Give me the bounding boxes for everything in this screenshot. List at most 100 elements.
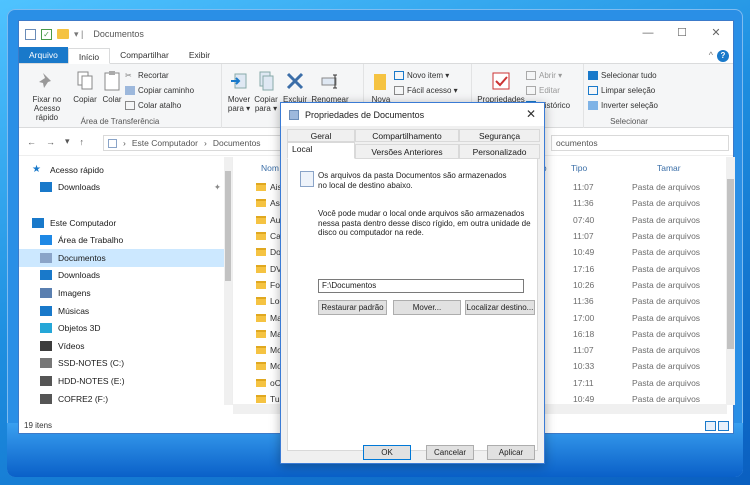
move-button[interactable]: Mover... <box>393 300 461 315</box>
dialog-close-icon[interactable]: ✕ <box>526 107 536 121</box>
forward-arrow-icon[interactable]: → <box>46 137 55 147</box>
new-item-button[interactable]: Novo item ▾ <box>394 68 458 82</box>
checkmark-icon[interactable]: ✓ <box>41 28 52 40</box>
file-modified: 17:16 <box>573 263 595 274</box>
computer-icon <box>32 217 44 228</box>
edit-label: Editar <box>539 85 560 95</box>
tiles-view-icon[interactable] <box>718 421 729 431</box>
nav-item[interactable]: HDD-NOTES (E:) <box>19 372 225 390</box>
new-item-label: Novo item ▾ <box>407 70 450 80</box>
restore-default-button[interactable]: Restaurar padrão <box>318 300 387 315</box>
nav-item[interactable]: Downloads <box>19 267 225 285</box>
breadcrumb-folder[interactable]: Documentos <box>213 138 261 148</box>
open-button[interactable]: Abrir ▾ <box>526 68 570 82</box>
up-arrow-icon[interactable]: ↑ <box>80 137 85 147</box>
tab-view[interactable]: Exibir <box>179 47 220 63</box>
file-modified: 10:49 <box>573 247 595 258</box>
folder-icon <box>256 362 266 371</box>
file-modified: 11:36 <box>573 296 594 307</box>
nav-item[interactable]: Objetos 3D <box>19 319 225 337</box>
rename-icon <box>321 74 337 89</box>
folder-icon <box>256 346 266 355</box>
file-type: Pasta de arquivos <box>632 394 701 404</box>
nav-item[interactable]: Downloads ✦ <box>19 179 225 197</box>
nav-item-label: COFRE2 (F:) <box>58 393 109 404</box>
folder-icon <box>256 297 266 306</box>
tab-sharing[interactable]: Compartilhamento <box>355 129 459 142</box>
nav-scrollbar[interactable] <box>224 157 232 405</box>
nav-item[interactable]: SSD-NOTES (C:) <box>19 355 225 373</box>
tab-home[interactable]: Início <box>67 48 111 64</box>
select-none-label: Limpar seleção <box>601 85 656 95</box>
breadcrumb-root[interactable]: Este Computador <box>132 138 198 148</box>
folder-icon <box>256 183 266 192</box>
copy-path-button[interactable]: Copiar caminho <box>125 83 194 97</box>
column-type[interactable]: Tipo <box>571 163 657 173</box>
folder-icon <box>256 215 266 224</box>
nav-item-label: Downloads <box>58 182 101 193</box>
file-scrollbar-thumb[interactable] <box>727 179 734 349</box>
tab-share[interactable]: Compartilhar <box>110 47 179 63</box>
file-scrollbar[interactable] <box>726 157 735 405</box>
ok-button[interactable]: OK <box>363 445 411 460</box>
properties-icon[interactable] <box>25 28 36 40</box>
nav-item[interactable]: Documentos <box>19 248 225 267</box>
close-button[interactable]: ✕ <box>699 21 733 45</box>
folder-icon <box>256 199 266 208</box>
select-none-button[interactable]: Limpar seleção <box>588 83 658 97</box>
nav-item-label: Imagens <box>58 287 91 298</box>
cancel-button[interactable]: Cancelar <box>426 445 474 460</box>
find-target-button[interactable]: Localizar destino... <box>465 300 535 315</box>
details-view-icon[interactable] <box>705 421 716 431</box>
nav-item-label: Vídeos <box>58 340 85 351</box>
nav-item[interactable]: ★ Acesso rápido <box>19 161 225 179</box>
file-modified: 11:07 <box>573 345 594 356</box>
nav-item[interactable]: Imagens <box>19 284 225 302</box>
drive-icon <box>40 375 52 386</box>
tab-customize[interactable]: Personalizado <box>459 144 540 159</box>
properties-dialog: Propriedades de Documentos ✕ Geral Compa… <box>280 102 545 464</box>
new-folder-icon[interactable] <box>57 29 69 39</box>
back-arrow-icon[interactable]: ← <box>27 137 36 147</box>
invert-selection-button[interactable]: Inverter seleção <box>588 98 658 112</box>
nav-item[interactable]: Músicas <box>19 302 225 320</box>
column-size[interactable]: Tamar <box>657 163 681 173</box>
maximize-button[interactable]: ☐ <box>665 21 699 45</box>
file-modified: 11:07 <box>573 182 594 193</box>
nav-item[interactable]: Área de Trabalho <box>19 231 225 249</box>
edit-button[interactable]: Editar <box>526 83 570 97</box>
nav-item[interactable]: COFRE2 (F:) <box>19 390 225 408</box>
nav-scrollbar-thumb[interactable] <box>225 171 231 281</box>
quick-access-toolbar: ✓ ▾ | <box>25 28 83 40</box>
film-icon <box>40 340 52 351</box>
nav-item[interactable]: Vídeos <box>19 337 225 355</box>
nav-item-label: Este Computador <box>50 217 117 228</box>
search-input[interactable]: ocumentos <box>551 135 729 151</box>
nav-item[interactable] <box>19 196 225 214</box>
cut-button[interactable]: ✂ Recortar <box>125 68 194 82</box>
tab-location[interactable]: Local <box>287 142 355 159</box>
customize-arrow-icon[interactable]: ▾ | <box>74 29 83 40</box>
tab-previous-versions[interactable]: Versões Anteriores <box>355 144 459 159</box>
clipboard-group: Fixar no Acesso rápido Copiar Colar ✂ Rec… <box>19 64 222 128</box>
address-bar[interactable]: › Este Computador › Documentos <box>103 135 299 151</box>
apply-button[interactable]: Aplicar <box>487 445 535 460</box>
file-modified: 11:07 <box>573 231 594 242</box>
easy-access-button[interactable]: Fácil acesso ▾ <box>394 83 458 97</box>
tab-general[interactable]: Geral <box>287 129 355 142</box>
recent-chevron-icon[interactable]: ▾ <box>65 136 70 147</box>
copy-label: Copiar <box>73 95 97 104</box>
nav-item[interactable]: Este Computador <box>19 214 225 232</box>
ribbon-collapse-icon[interactable]: ^ <box>709 50 713 60</box>
tab-security[interactable]: Segurança <box>459 129 540 142</box>
minimize-button[interactable]: — <box>631 21 665 45</box>
file-modified: 10:26 <box>573 279 595 290</box>
tab-file[interactable]: Arquivo <box>19 47 68 63</box>
select-group: Selecionar tudo Limpar seleção Inverter … <box>584 64 674 128</box>
location-description: Você pode mudar o local onde arquivos sã… <box>318 209 531 237</box>
select-all-button[interactable]: Selecionar tudo <box>588 68 658 82</box>
location-path-field[interactable]: F:\Documentos <box>318 279 524 293</box>
help-icon[interactable]: ? <box>717 50 729 62</box>
easy-access-label: Fácil acesso ▾ <box>407 85 458 95</box>
paste-shortcut-button[interactable]: Colar atalho <box>125 98 194 112</box>
